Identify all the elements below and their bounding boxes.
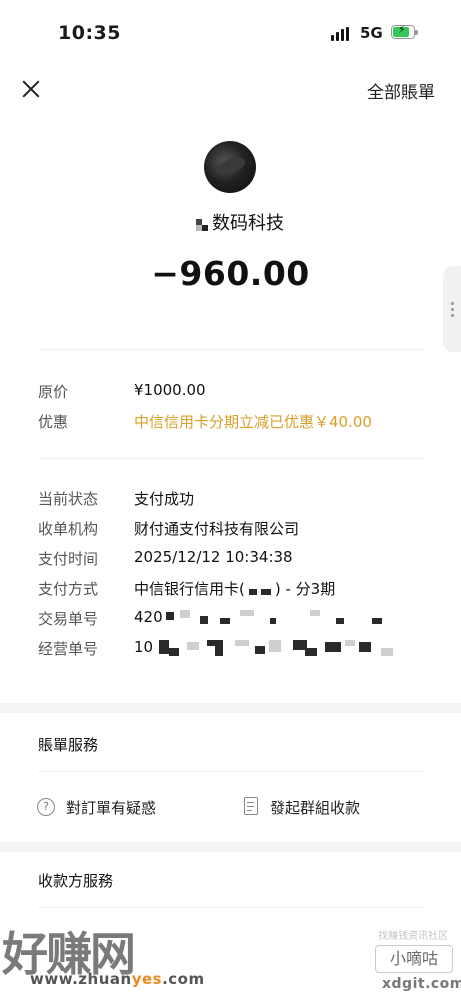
network-type: 5G <box>360 24 383 42</box>
status-label: 当前状态 <box>38 490 99 508</box>
discount-label: 优惠 <box>38 413 69 431</box>
original-price-label: 原价 <box>38 383 69 401</box>
divider <box>38 458 424 459</box>
section-gap <box>0 842 461 852</box>
all-bills-link[interactable]: 全部賬單 <box>367 78 435 103</box>
card-tail-redacted <box>245 583 275 597</box>
pay-method-value: 中信银行信用卡( ) - 分3期 <box>134 578 335 599</box>
txn-number-redacted <box>160 608 400 628</box>
payment-amount: −960.00 <box>151 254 310 293</box>
divider <box>38 907 424 908</box>
watermark-badge: 小嘀咕 <box>375 945 453 973</box>
watermark-url-a: www.zhuan <box>30 970 132 988</box>
merchant-avatar <box>204 141 256 193</box>
watermark-url: www.zhuanyes.com <box>30 970 205 988</box>
acquirer-value: 财付通支付科技有限公司 <box>134 520 300 538</box>
divider <box>38 349 424 350</box>
status-value: 支付成功 <box>134 490 195 508</box>
biz-number-value: 10 <box>134 638 154 656</box>
pay-method-suffix: ) - 分3期 <box>274 580 336 598</box>
group-collect-button[interactable]: 發起群組收款 <box>270 797 360 818</box>
merchant-name: 数码科技 <box>212 213 284 234</box>
bill-service-title: 賬單服務 <box>38 736 99 754</box>
watermark-url-c: .com <box>162 970 205 988</box>
battery-icon: ⚡ <box>391 23 415 39</box>
status-time: 10:35 <box>58 22 121 44</box>
pay-method-prefix: 中信银行信用卡( <box>134 580 245 598</box>
watermark-url2: xdgit.com <box>382 976 461 992</box>
original-price-value: ¥1000.00 <box>134 381 206 399</box>
txn-number-label: 交易单号 <box>38 610 99 628</box>
close-icon[interactable] <box>18 76 44 102</box>
divider <box>38 771 424 772</box>
biz-number-redacted <box>155 636 415 660</box>
pay-time-value: 2025/12/12 10:34:38 <box>134 548 293 566</box>
question-icon: ? <box>37 798 55 816</box>
watermark-url-b: yes <box>131 970 163 988</box>
biz-number-label: 经营单号 <box>38 640 99 658</box>
txn-number-value: 420 <box>134 608 163 626</box>
order-dispute-button[interactable]: 對訂單有疑惑 <box>66 797 156 818</box>
discount-value: 中信信用卡分期立减已优惠￥40.00 <box>134 413 372 431</box>
document-icon <box>244 797 258 815</box>
pay-time-label: 支付时间 <box>38 550 99 568</box>
battery-cap <box>415 30 418 35</box>
watermark-small: 找赚钱资讯社区 <box>378 931 448 942</box>
side-handle[interactable] <box>443 266 461 352</box>
payee-service-title: 收款方服務 <box>38 872 114 890</box>
acquirer-label: 收单机构 <box>38 520 99 538</box>
redacted-prefix <box>196 213 210 231</box>
signal-icon <box>331 27 353 41</box>
section-gap <box>0 703 461 713</box>
pay-method-label: 支付方式 <box>38 580 99 598</box>
